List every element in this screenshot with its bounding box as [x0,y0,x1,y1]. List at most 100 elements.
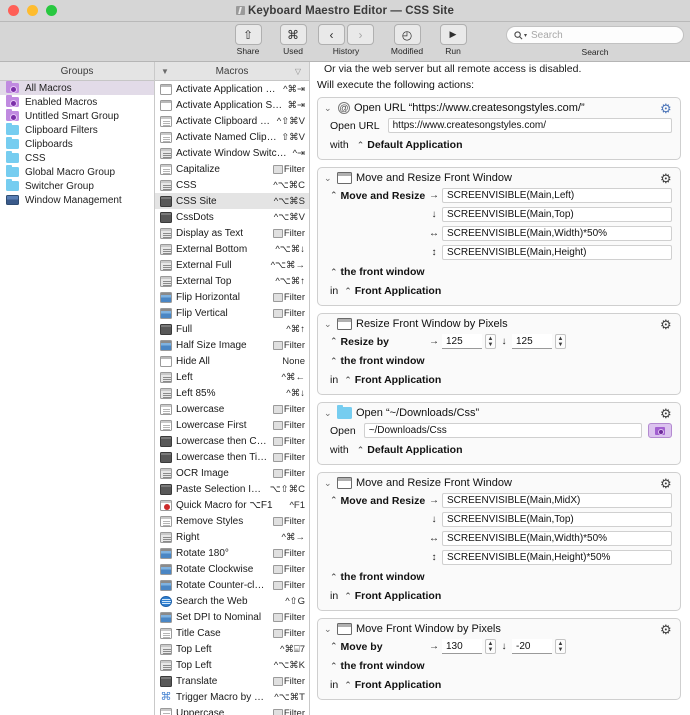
stepper-icon[interactable]: ⌃ [344,591,352,601]
stepper-icon[interactable]: ⌃ [357,140,365,150]
coordinate-input[interactable]: SCREENVISIBLE(Main,Left) [442,188,672,203]
stepper-icon[interactable]: ⌃ [330,267,338,277]
clock-icon[interactable]: ◴ [393,24,421,45]
macro-row[interactable]: Top Left ^⌥⌘K [155,657,309,673]
command-icon[interactable]: ⌘ [279,24,307,45]
macro-row[interactable]: Right ^⌘→ [155,529,309,545]
macro-row[interactable]: Capitalize Filter [155,161,309,177]
action-gear-icon[interactable]: ⚙ [660,407,673,420]
pixel-stepper-1[interactable]: ▲ ▼ [485,334,496,349]
macro-row[interactable]: Activate Named Clipboar...⇧⌘V [155,129,309,145]
action-header[interactable]: ⌄ Move and Resize Front Window [318,476,680,491]
pixel-value-input-1[interactable]: 125 [442,334,482,349]
stepper-down-icon[interactable]: ▼ [558,647,564,653]
action-header[interactable]: ⌄ Open “~/Downloads/Css” [318,405,680,421]
stepper-down-icon[interactable]: ▼ [558,342,564,348]
macros-list[interactable]: Activate Application Lau... ^⌘⇥ Activate A… [155,81,309,715]
window-target-dropdown[interactable]: ⌃ the front window [330,660,425,672]
macro-row[interactable]: Rotate 180° Filter [155,545,309,561]
groups-list[interactable]: All Macros Enabled Macros Untitled Smart G… [0,81,154,715]
macro-row[interactable]: Remove Styles Filter [155,513,309,529]
macro-row[interactable]: Left 85% ^⌘↓ [155,385,309,401]
disclosure-chevron-icon[interactable]: ⌄ [324,408,332,419]
stepper-down-icon[interactable]: ▼ [488,342,494,348]
action-header[interactable]: ⌄ @ Open URL “https://www.createsongstyles… [318,101,680,116]
macro-row[interactable]: CSS Site ^⌥⌘S [155,193,309,209]
window-target-dropdown[interactable]: ⌃ the front window [330,355,425,367]
pixel-stepper-2[interactable]: ▲ ▼ [555,334,566,349]
toolbar-used[interactable]: ⌘ Used [270,24,316,56]
coordinate-input[interactable]: SCREENVISIBLE(Main,Height) [442,245,672,260]
macro-row[interactable]: Lowercase then Title... Filter [155,449,309,465]
search-input[interactable]: ▾ Search [506,26,684,44]
macro-row[interactable]: Flip Vertical Filter [155,305,309,321]
macro-row[interactable]: Lowercase Filter [155,401,309,417]
macro-row[interactable]: Activate Application Switc... ⌘⇥ [155,97,309,113]
macro-row[interactable]: Display as Text Filter [155,225,309,241]
stepper-icon[interactable]: ⌃ [344,286,352,296]
stepper-icon[interactable]: ⌃ [357,445,365,455]
chevron-down-icon[interactable]: ▾ [524,32,527,39]
macro-row[interactable]: External Top ^⌥⌘↑ [155,273,309,289]
macro-row[interactable]: Flip Horizontal Filter [155,289,309,305]
share-icon[interactable]: ⇧ [234,24,262,45]
macro-row[interactable]: External Bottom ^⌥⌘↓ [155,241,309,257]
stepper-icon[interactable]: ⌃ [330,572,338,582]
window-target-dropdown[interactable]: ⌃ the front window [330,266,425,278]
group-item-window-management[interactable]: Window Management [0,193,154,207]
group-item-global-macro-group[interactable]: Global Macro Group [0,165,154,179]
group-item-css[interactable]: CSS [0,151,154,165]
group-item-untitled-smart-group[interactable]: Untitled Smart Group [0,109,154,123]
disclosure-chevron-icon[interactable]: ⌄ [324,624,332,635]
in-application-dropdown[interactable]: ⌃ Front Application [344,590,441,602]
pixel-value-input-2[interactable]: -20 [512,639,552,654]
action-gear-icon[interactable]: ⚙ [660,623,673,636]
action-gear-icon[interactable]: ⚙ [660,318,673,331]
stepper-icon[interactable]: ⌃ [344,680,352,690]
coordinate-input[interactable]: SCREENVISIBLE(Main,Width)*50% [442,531,672,546]
macro-row[interactable]: ⌘ Trigger Macro by Name ^⌥⌘T [155,689,309,705]
action-gear-icon[interactable]: ⚙ [660,477,673,490]
macro-row[interactable]: Left ^⌘← [155,369,309,385]
history-back-icon[interactable]: ‹ [318,24,345,45]
stepper-icon[interactable]: ⌃ [330,495,338,506]
group-item-switcher-group[interactable]: Switcher Group [0,179,154,193]
action-gear-icon[interactable]: ⚙ [660,102,673,115]
action-header[interactable]: ⌄ Move Front Window by Pixels [318,622,680,637]
macro-row[interactable]: CSS ^⌥⌘C [155,177,309,193]
stepper-icon[interactable]: ⌃ [330,641,338,652]
disclosure-chevron-icon[interactable]: ⌄ [324,103,332,114]
in-application-dropdown[interactable]: ⌃ Front Application [344,679,441,691]
in-application-dropdown[interactable]: ⌃ Front Application [344,285,441,297]
stepper-icon[interactable]: ⌃ [330,190,338,201]
open-path-input[interactable]: ~/Downloads/Css [363,423,642,438]
toolbar-modified[interactable]: ◴ Modified [384,24,430,56]
macro-row[interactable]: Title Case Filter [155,625,309,641]
macro-row[interactable]: Activate Window Switcher ^⇥ [155,145,309,161]
macro-row[interactable]: Lowercase First Filter [155,417,309,433]
macro-row[interactable]: OCR Image Filter [155,465,309,481]
history-forward-icon[interactable]: › [347,24,374,45]
group-item-all-macros[interactable]: All Macros [0,81,154,95]
coordinate-input[interactable]: SCREENVISIBLE(Main,MidX) [442,493,672,508]
group-item-enabled-macros[interactable]: Enabled Macros [0,95,154,109]
macro-row[interactable]: Paste Selection Into L... ⌥⇧⌘C [155,481,309,497]
action-header[interactable]: ⌄ Move and Resize Front Window [318,171,680,186]
folder-picker-icon[interactable] [648,423,672,438]
pixel-stepper-1[interactable]: ▲ ▼ [485,639,496,654]
macro-row[interactable]: Rotate Counter-clock... Filter [155,577,309,593]
toolbar-share[interactable]: ⇧ Share [225,24,271,56]
macro-row[interactable]: Translate Filter [155,673,309,689]
group-item-clipboards[interactable]: Clipboards [0,137,154,151]
macro-row[interactable]: Search the Web ^⇧G [155,593,309,609]
coordinate-input[interactable]: SCREENVISIBLE(Main,Top) [442,512,672,527]
play-icon[interactable]: ▶ [439,24,467,45]
macro-row[interactable]: Quick Macro for ⌥F1 ^F1 [155,497,309,513]
with-application-dropdown[interactable]: ⌃ Default Application [357,139,463,151]
stepper-icon[interactable]: ⌃ [330,356,338,366]
open-url-input[interactable]: https://www.createsongstyles.com/ [387,118,672,133]
macro-row[interactable]: Lowercase then Capit... Filter [155,433,309,449]
macro-row[interactable]: Top Left ^⌘⌸7 [155,641,309,657]
with-application-dropdown[interactable]: ⌃ Default Application [357,444,463,456]
macro-row[interactable]: External Full ^⌥⌘→ [155,257,309,273]
